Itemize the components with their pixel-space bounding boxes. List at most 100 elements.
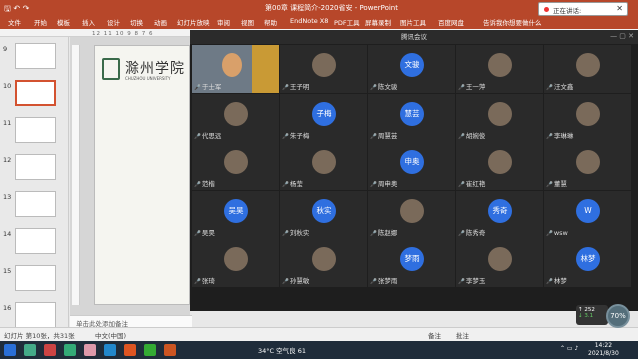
participant-name: 张梦雨 [377,277,398,285]
slide-thumbnail[interactable] [15,80,56,106]
participant-name: 周慧芸 [377,131,398,140]
participant-name: 于士军 [201,83,222,91]
participant-name-row: 🎤林梦 [546,275,567,285]
tab-7[interactable]: 幻灯片放映 [177,17,210,27]
participant-name-row: 🎤于士军 [194,81,221,91]
participant-tile[interactable]: 秀奇 🎤陈秀奇 [456,190,543,239]
notes-pane[interactable]: 单击此处添加备注 [70,315,192,328]
participant-tile[interactable]: 🎤李梦玉 [456,239,543,287]
slide-thumbnail[interactable] [15,228,56,254]
participant-tile[interactable]: 🎤王一萍 [456,45,543,93]
participant-tile[interactable]: 🎤胡婉俊 [456,93,543,142]
tab-5[interactable]: 切换 [130,17,143,27]
tab-3[interactable]: 插入 [82,17,95,27]
meeting-icon[interactable] [144,344,156,356]
slide-thumbnail[interactable] [15,302,56,328]
mic-off-icon: 🎤 [458,85,465,91]
participant-tile[interactable]: 🎤杨莹 [280,142,367,190]
participant-tile[interactable]: 🎤于士军 [192,45,279,93]
tab-10[interactable]: 帮助 [264,17,277,27]
tab-14[interactable]: 图片工具 [400,17,426,27]
mic-off-icon: 🎤 [282,133,289,140]
app-icon[interactable] [164,344,176,356]
app-icon[interactable] [44,344,56,356]
participant-name: 代思远 [201,131,222,140]
save-icon[interactable]: 🖫 ↶ ↷ [4,3,29,17]
search-icon[interactable] [24,344,36,356]
tab-11[interactable]: EndNote X8 [290,17,328,25]
mic-off-icon: 🎤 [370,279,377,285]
university-name: 滁州学院 [125,61,185,77]
avatar [312,150,336,174]
tab-13[interactable]: 屏幕录制 [365,17,391,27]
app-icon[interactable] [64,344,76,356]
participant-tile[interactable]: 申奥 🎤周申奥 [368,142,455,190]
tab-6[interactable]: 动画 [154,17,167,27]
app-icon[interactable] [104,344,116,356]
participant-name-row: 🎤孙慧敏 [282,275,309,285]
participant-tile[interactable]: 慧芸 🎤周慧芸 [368,93,455,142]
slide-thumbnail[interactable] [15,154,56,180]
participant-name: 陈秀奇 [465,228,486,237]
participant-tile[interactable]: 🎤汪文鑫 [544,45,631,93]
slide-thumbnails[interactable]: 9 10 11 12 13 14 15 16 [0,37,69,328]
avatar [488,247,512,271]
powerpoint-icon[interactable] [124,344,136,356]
windows-taskbar: 34°C 空气良 61 ⌃ ▭ ♪ 14:22 2021/8/30 [0,341,638,359]
notes-toggle[interactable]: 备注 [428,330,441,340]
meeting-title: 腾讯会议 [190,30,638,44]
participant-tile[interactable]: 🎤崔红艳 [456,142,543,190]
participant-tile[interactable]: 秋实 🎤刘秋实 [280,190,367,239]
slide-thumbnail[interactable] [15,265,56,291]
participant-tile[interactable]: 🎤代思远 [192,93,279,142]
avatar [224,150,248,174]
participant-tile[interactable]: 吴昊 🎤吴昊 [192,190,279,239]
tray-icons[interactable]: ⌃ ▭ ♪ [560,345,578,352]
tab-8[interactable]: 审阅 [217,17,230,27]
participant-name-row: 🎤杨莹 [282,178,303,188]
clock[interactable]: 14:22 2021/8/30 [588,342,619,358]
thumb-number: 11 [3,119,12,127]
tab-15[interactable]: 百度网盘 [438,17,464,27]
participant-name-row: 🎤李梦玉 [458,275,485,285]
mic-off-icon: 🎤 [458,182,465,188]
window-controls-icon[interactable]: — ▢ ✕ [610,32,634,40]
ribbon-tabs: 文件 开始 模板 插入 设计 切换 动画 幻灯片放映 审阅 视图 帮助 EndNote X8 PDF工具… [0,16,638,29]
participant-name: 周申奥 [377,180,398,188]
app-icon[interactable] [84,344,96,356]
participant-name-row: 🎤王一萍 [458,81,485,91]
participant-tile[interactable]: 梦雨 🎤张梦雨 [368,239,455,287]
participant-tile[interactable]: 林梦 🎤林梦 [544,239,631,287]
close-icon[interactable]: ✕ [616,4,623,13]
avatar: 子梅 [312,101,336,126]
university-english: CHUZHOU UNIVERSITY [125,76,171,81]
weather[interactable]: 34°C 空气良 61 [258,345,306,355]
mic-off-icon: 🎤 [194,279,201,285]
tab-1[interactable]: 开始 [34,17,47,27]
tab-12[interactable]: PDF工具 [334,17,360,27]
tab-9[interactable]: 视图 [241,17,254,27]
tab-0[interactable]: 文件 [8,17,21,27]
tab-2[interactable]: 模板 [57,17,70,27]
participant-tile[interactable]: 🎤陈赵娜 [368,190,455,239]
participant-tile[interactable]: 文骏 🎤陈文骏 [368,45,455,93]
slide-thumbnail[interactable] [15,191,56,217]
current-slide[interactable]: 滁州学院 CHUZHOU UNIVERSITY [94,45,190,305]
participant-tile[interactable]: 🎤李琳琳 [544,93,631,142]
participant-tile[interactable]: 🎤王子明 [280,45,367,93]
slide-thumbnail[interactable] [15,117,56,143]
participant-name: 汪文鑫 [553,83,574,91]
comments-toggle[interactable]: 批注 [456,330,469,340]
participant-tile[interactable]: 🎤董慧 [544,142,631,190]
tab-4[interactable]: 设计 [107,17,120,27]
participant-tile[interactable]: 🎤范楷 [192,142,279,190]
start-icon[interactable] [4,344,16,356]
slide-thumbnail[interactable] [15,43,56,69]
participant-tile[interactable]: 子梅 🎤朱子梅 [280,93,367,142]
participant-tile[interactable]: 🎤孙慧敏 [280,239,367,287]
speaking-indicator[interactable]: 正在讲话: ✕ [538,2,628,16]
participant-tile[interactable]: W 🎤wsw [544,190,631,239]
mic-off-icon: 🎤 [370,230,377,237]
participant-tile[interactable]: 🎤张琦 [192,239,279,287]
tab-16[interactable]: 告诉我你想要做什么 [483,17,542,27]
